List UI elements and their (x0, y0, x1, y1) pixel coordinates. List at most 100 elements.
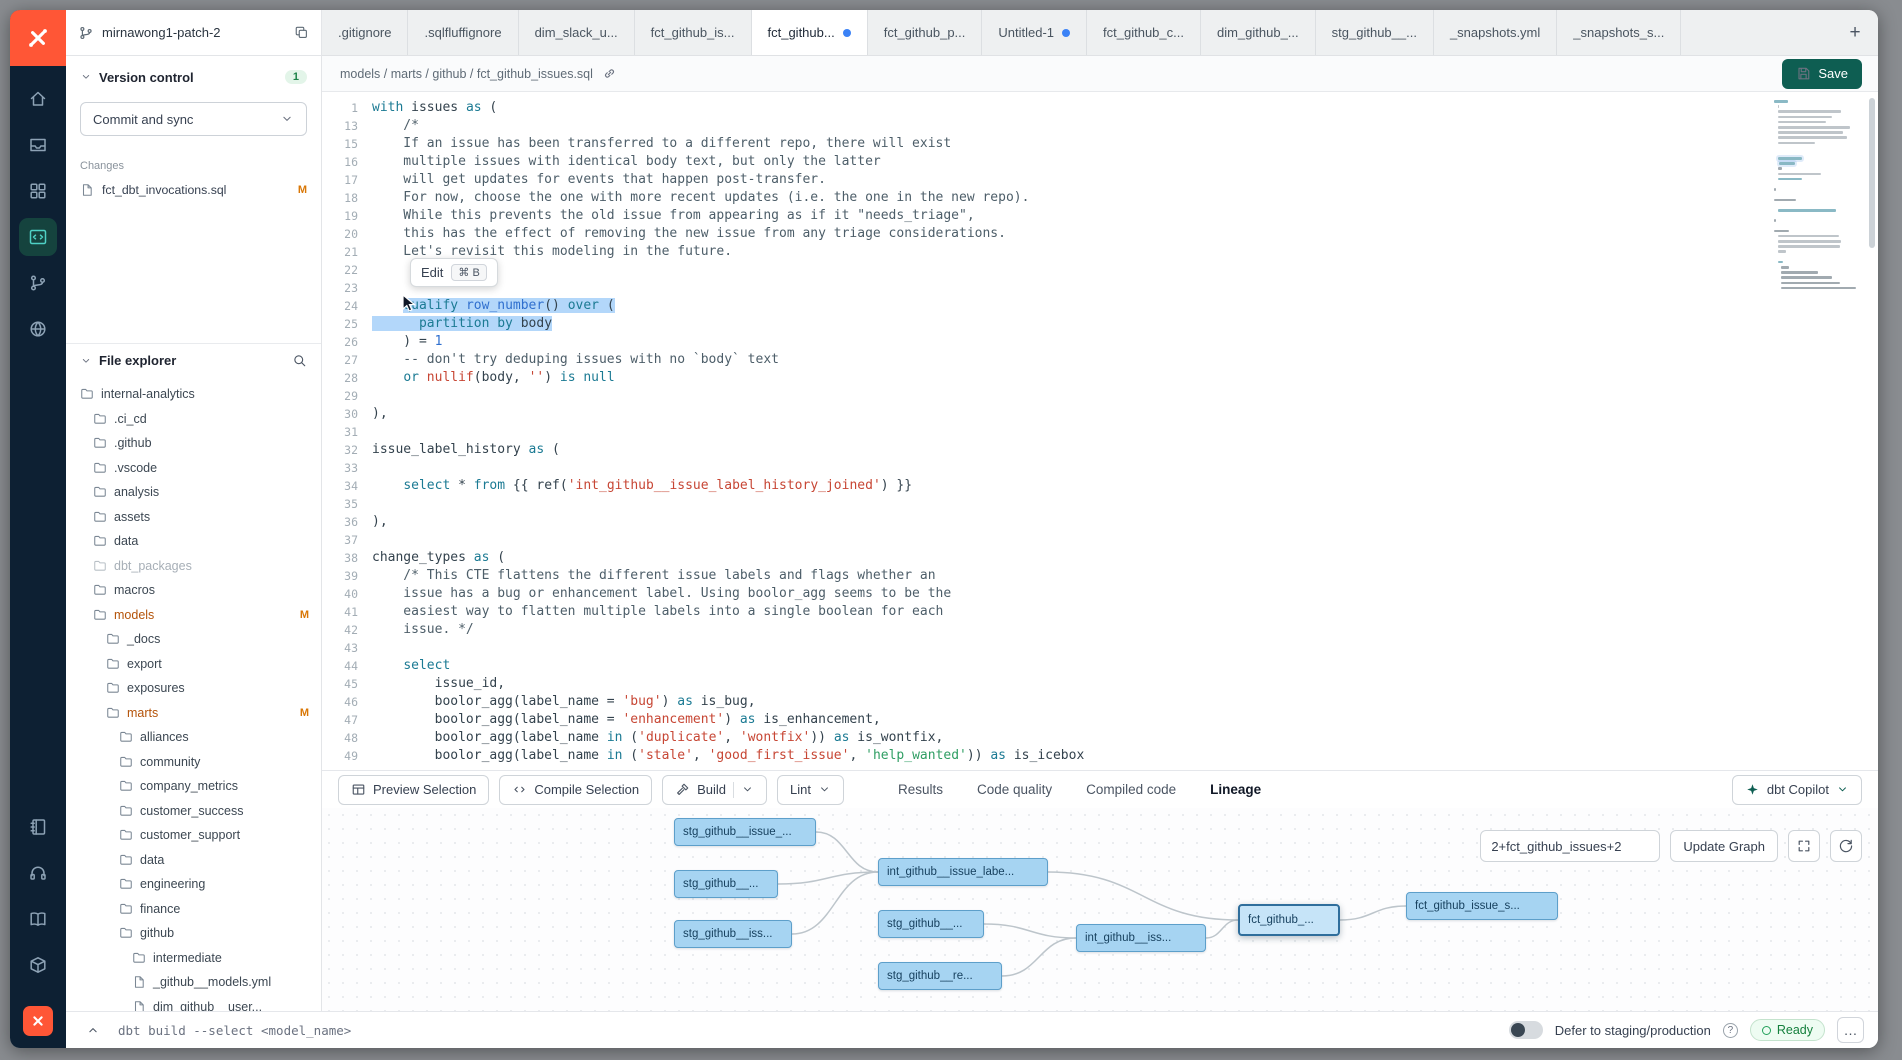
lineage-node-int_github__iss[interactable]: int_github__iss... (1076, 924, 1206, 952)
search-icon[interactable] (292, 353, 307, 368)
code-text[interactable]: boolor_agg(label_name = 'enhancement') a… (372, 711, 881, 729)
tree-item--vscode[interactable]: .vscode (66, 456, 321, 481)
code-text[interactable]: boolor_agg(label_name in ('stale', 'good… (372, 747, 1084, 765)
tab-untitled-1[interactable]: Untitled-1 (982, 10, 1087, 55)
lineage-node-stg_github__iss[interactable]: stg_github__iss... (674, 920, 792, 948)
code-text[interactable]: issue. */ (372, 621, 474, 639)
code-text[interactable]: If an issue has been transferred to a di… (372, 135, 951, 153)
save-button[interactable]: Save (1782, 59, 1862, 89)
code-text[interactable]: issue has a bug or enhancement label. Us… (372, 585, 951, 603)
lineage-node-stg_github__[interactable]: stg_github__... (878, 910, 984, 938)
tab-_snapshots-yml[interactable]: _snapshots.yml (1434, 10, 1557, 55)
new-tab-button[interactable]: + (1840, 18, 1870, 48)
chevron-down-icon[interactable] (741, 783, 754, 796)
code-text[interactable]: multiple issues with identical body text… (372, 153, 881, 171)
tree-item-alliances[interactable]: alliances (66, 725, 321, 750)
tree-item-assets[interactable]: assets (66, 505, 321, 530)
tree-item-_docs[interactable]: _docs (66, 627, 321, 652)
commit-and-sync-button[interactable]: Commit and sync (80, 102, 307, 136)
code-text[interactable]: or nullif(body, '') is null (372, 369, 615, 387)
code-text[interactable]: ) = 1 (372, 333, 442, 351)
branch-name[interactable]: mirnawong1-patch-2 (102, 25, 286, 40)
tree-item-intermediate[interactable]: intermediate (66, 946, 321, 971)
expand-command-bar-button[interactable] (80, 1017, 106, 1043)
version-control-header[interactable]: Version control 1 (66, 62, 321, 92)
rail-button-support[interactable] (10, 850, 66, 896)
tab--gitignore[interactable]: .gitignore (322, 10, 408, 55)
rail-button-notebook[interactable] (10, 804, 66, 850)
code-text[interactable]: easiest way to flatten multiple labels i… (372, 603, 943, 621)
tree-item--github[interactable]: .github (66, 431, 321, 456)
tree-item-github[interactable]: github (66, 921, 321, 946)
code-text[interactable]: ), (372, 513, 388, 531)
dbt-labs-logo[interactable] (23, 1006, 53, 1036)
lineage-node-int_github__issue_labe[interactable]: int_github__issue_labe... (878, 858, 1048, 886)
compile-selection-button[interactable]: Compile Selection (499, 775, 652, 805)
pane-tab-lineage[interactable]: Lineage (1210, 782, 1261, 797)
pane-tab-code-quality[interactable]: Code quality (977, 782, 1052, 797)
pane-tab-results[interactable]: Results (898, 782, 943, 797)
rail-button-develop[interactable] (10, 214, 66, 260)
link-icon[interactable] (602, 66, 617, 81)
defer-toggle[interactable] (1509, 1021, 1543, 1039)
code-text[interactable]: issue_label_history as ( (372, 441, 560, 459)
copy-icon[interactable] (294, 25, 309, 40)
lineage-node-stg_github__[interactable]: stg_github__... (674, 870, 778, 898)
preview-selection-button[interactable]: Preview Selection (338, 775, 489, 805)
more-options-button[interactable]: … (1837, 1017, 1864, 1043)
tree-item-engineering[interactable]: engineering (66, 872, 321, 897)
code-text[interactable]: /* This CTE flattens the different issue… (372, 567, 936, 585)
tree-item-macros[interactable]: macros (66, 578, 321, 603)
chevron-down-icon[interactable] (818, 783, 831, 796)
breadcrumb[interactable]: models / marts / github / fct_github_iss… (340, 67, 593, 81)
lineage-node-stg_github__re[interactable]: stg_github__re... (878, 962, 1002, 990)
lineage-node-fct_github_issue_s[interactable]: fct_github_issue_s... (1406, 892, 1558, 920)
scrollbar-thumb[interactable] (1869, 98, 1875, 248)
code-text[interactable]: While this prevents the old issue from a… (372, 207, 975, 225)
lineage-node-stg_github__issue_[interactable]: stg_github__issue_... (674, 818, 816, 846)
file-explorer-header[interactable]: File explorer (66, 343, 321, 377)
tree-item-data[interactable]: data (66, 848, 321, 873)
code-text[interactable]: select * from {{ ref('int_github__issue_… (372, 477, 912, 495)
tree-item-internal-analytics[interactable]: internal-analytics (66, 382, 321, 407)
update-graph-button[interactable]: Update Graph (1670, 830, 1778, 862)
tab-dim_github_-[interactable]: dim_github_... (1201, 10, 1316, 55)
code-text[interactable]: partition by body (372, 315, 552, 333)
pane-tab-compiled-code[interactable]: Compiled code (1086, 782, 1176, 797)
tab-fct_github_is-[interactable]: fct_github_is... (635, 10, 752, 55)
code-text[interactable]: will get updates for events that happen … (372, 171, 826, 189)
build-button[interactable]: Build (662, 775, 767, 805)
tree-item-_github__models-yml[interactable]: _github__models.yml (66, 970, 321, 995)
refresh-graph-button[interactable] (1830, 830, 1862, 862)
tab-_snapshots_s-[interactable]: _snapshots_s... (1557, 10, 1681, 55)
command-preview[interactable]: dbt build --select <model_name> (118, 1023, 351, 1038)
minimap[interactable] (1774, 100, 1860, 289)
dbt-logo[interactable] (10, 10, 66, 66)
tree-item-dim_github__user-[interactable]: dim_github__user... (66, 995, 321, 1012)
help-icon[interactable]: ? (1723, 1023, 1738, 1038)
code-text[interactable]: /* (372, 117, 419, 135)
fullscreen-button[interactable] (1788, 830, 1820, 862)
code-text[interactable]: with issues as ( (372, 99, 497, 117)
tree-item-company_metrics[interactable]: company_metrics (66, 774, 321, 799)
lint-button[interactable]: Lint (777, 775, 844, 805)
code-text[interactable]: -- don't try deduping issues with no `bo… (372, 351, 779, 369)
code-text[interactable]: issue_id, (372, 675, 505, 693)
tree-item-customer_success[interactable]: customer_success (66, 799, 321, 824)
rail-button-environment[interactable] (10, 306, 66, 352)
changed-file-row[interactable]: fct_dbt_invocations.sql M (66, 176, 321, 203)
rail-button-home[interactable] (10, 76, 66, 122)
tab-fct_github_c-[interactable]: fct_github_c... (1087, 10, 1201, 55)
tree-item-customer_support[interactable]: customer_support (66, 823, 321, 848)
tab-fct_github_p-[interactable]: fct_github_p... (868, 10, 983, 55)
code-text[interactable]: boolor_agg(label_name in ('duplicate', '… (372, 729, 943, 747)
tree-item-export[interactable]: export (66, 652, 321, 677)
tree-item-exposures[interactable]: exposures (66, 676, 321, 701)
code-text[interactable]: boolor_agg(label_name = 'bug') as is_bug… (372, 693, 756, 711)
tree-item-community[interactable]: community (66, 750, 321, 775)
code-text[interactable]: change_types as ( (372, 549, 505, 567)
rail-button-apps[interactable] (10, 168, 66, 214)
dbt-copilot-button[interactable]: dbt Copilot (1732, 775, 1862, 805)
tree-item--ci_cd[interactable]: .ci_cd (66, 407, 321, 432)
inline-edit-popup[interactable]: Edit ⌘ B (410, 258, 498, 287)
